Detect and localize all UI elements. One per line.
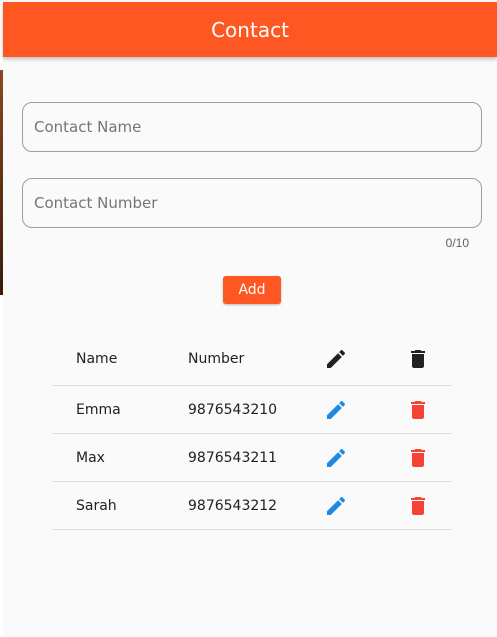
app-screen: Contact 0/10 Add Name Number Emma 987654… xyxy=(3,0,497,637)
contact-name: Max xyxy=(76,449,105,466)
table-row: Max 9876543211 xyxy=(52,434,452,482)
header-number: Number xyxy=(188,350,245,367)
header-name: Name xyxy=(76,350,118,367)
contact-name: Emma xyxy=(76,401,121,418)
delete-button[interactable] xyxy=(406,482,430,529)
edit-button[interactable] xyxy=(324,386,348,433)
app-bar: Contact xyxy=(3,2,497,57)
contact-number-input[interactable] xyxy=(22,178,482,228)
trash-icon[interactable] xyxy=(406,446,430,470)
contact-name: Sarah xyxy=(76,497,117,514)
edit-button[interactable] xyxy=(324,434,348,481)
edit-button[interactable] xyxy=(324,482,348,529)
contact-number: 9876543211 xyxy=(188,449,278,466)
trash-icon[interactable] xyxy=(406,494,430,518)
contacts-table: Name Number Emma 9876543210 Max 98765432… xyxy=(52,332,452,530)
delete-button[interactable] xyxy=(406,386,430,433)
header-delete-cell xyxy=(406,332,430,385)
pencil-icon[interactable] xyxy=(324,446,348,470)
table-row: Emma 9876543210 xyxy=(52,386,452,434)
table-row: Sarah 9876543212 xyxy=(52,482,452,530)
delete-button[interactable] xyxy=(406,434,430,481)
pencil-icon[interactable] xyxy=(324,398,348,422)
add-button[interactable]: Add xyxy=(223,276,281,304)
number-char-counter: 0/10 xyxy=(445,236,469,250)
header-edit-cell xyxy=(324,332,348,385)
trash-icon xyxy=(406,347,430,371)
page-title: Contact xyxy=(211,17,289,42)
table-header-row: Name Number xyxy=(52,332,452,386)
contact-number: 9876543210 xyxy=(188,401,278,418)
contact-number: 9876543212 xyxy=(188,497,278,514)
trash-icon[interactable] xyxy=(406,398,430,422)
contact-name-input[interactable] xyxy=(22,102,482,152)
pencil-icon xyxy=(324,347,348,371)
pencil-icon[interactable] xyxy=(324,494,348,518)
